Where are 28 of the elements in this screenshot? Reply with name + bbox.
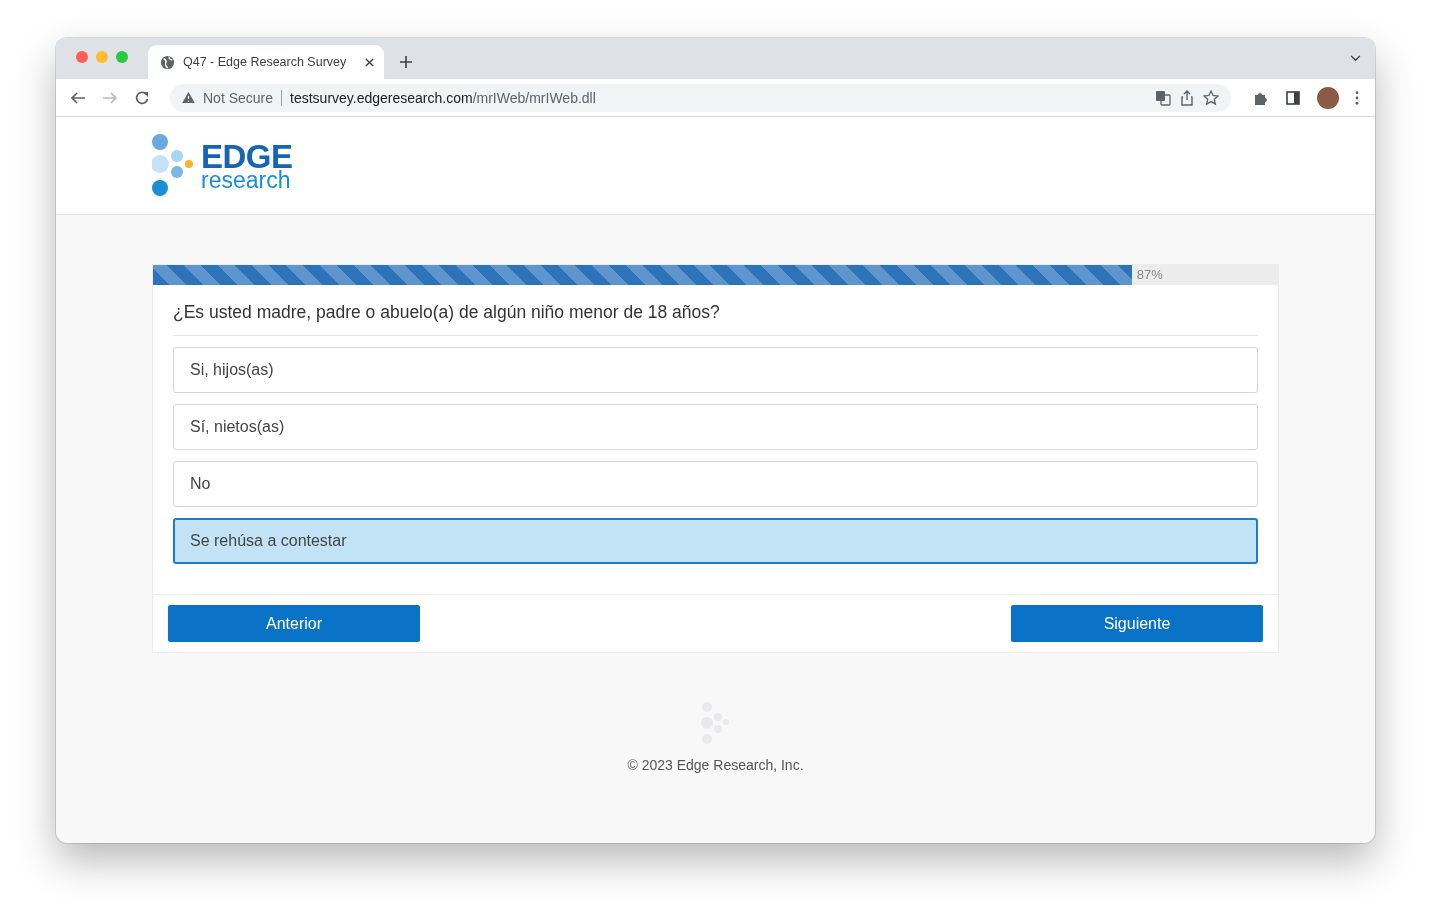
url-text: testsurvey.edgeresearch.com/mrIWeb/mrIWeb.dll (290, 89, 596, 106)
copyright-text: © 2023 Edge Research, Inc. (627, 757, 804, 773)
answer-option[interactable]: Se rehúsa a contestar (173, 518, 1258, 564)
new-tab-icon[interactable] (400, 56, 412, 68)
tab-title: Q47 - Edge Research Survey (183, 55, 348, 69)
previous-button[interactable]: Anterior (168, 605, 420, 642)
question-text: ¿Es usted madre, padre o abuelo(a) de algún niño menor de 18 años? (173, 302, 1258, 336)
translate-icon[interactable] (1155, 89, 1171, 106)
browser-tab[interactable]: Q47 - Edge Research Survey (148, 45, 384, 79)
chevron-down-icon[interactable] (1350, 55, 1361, 62)
side-panel-icon[interactable] (1285, 89, 1301, 106)
address-bar[interactable]: Not Secure testsurvey.edgeresearch.com/mrIWeb/mrIWeb.dll (170, 83, 1231, 112)
back-icon[interactable] (70, 89, 86, 106)
close-tab-icon[interactable] (365, 57, 374, 67)
warning-icon (182, 92, 195, 103)
logo-subtitle: research (201, 168, 291, 192)
globe-icon (160, 54, 175, 70)
reload-icon[interactable] (134, 89, 150, 106)
answer-option[interactable]: Si, hijos(as) (173, 347, 1258, 393)
share-icon[interactable] (1179, 89, 1195, 106)
answer-option[interactable]: Sí, nietos(as) (173, 404, 1258, 450)
star-icon[interactable] (1203, 89, 1219, 106)
menu-icon[interactable] (1355, 90, 1359, 105)
progress-percent: 87% (1136, 266, 1163, 284)
answer-option[interactable]: No (173, 461, 1258, 507)
profile-avatar[interactable] (1317, 86, 1339, 109)
next-button[interactable]: Siguiente (1011, 605, 1263, 642)
security-label: Not Secure (203, 89, 274, 106)
